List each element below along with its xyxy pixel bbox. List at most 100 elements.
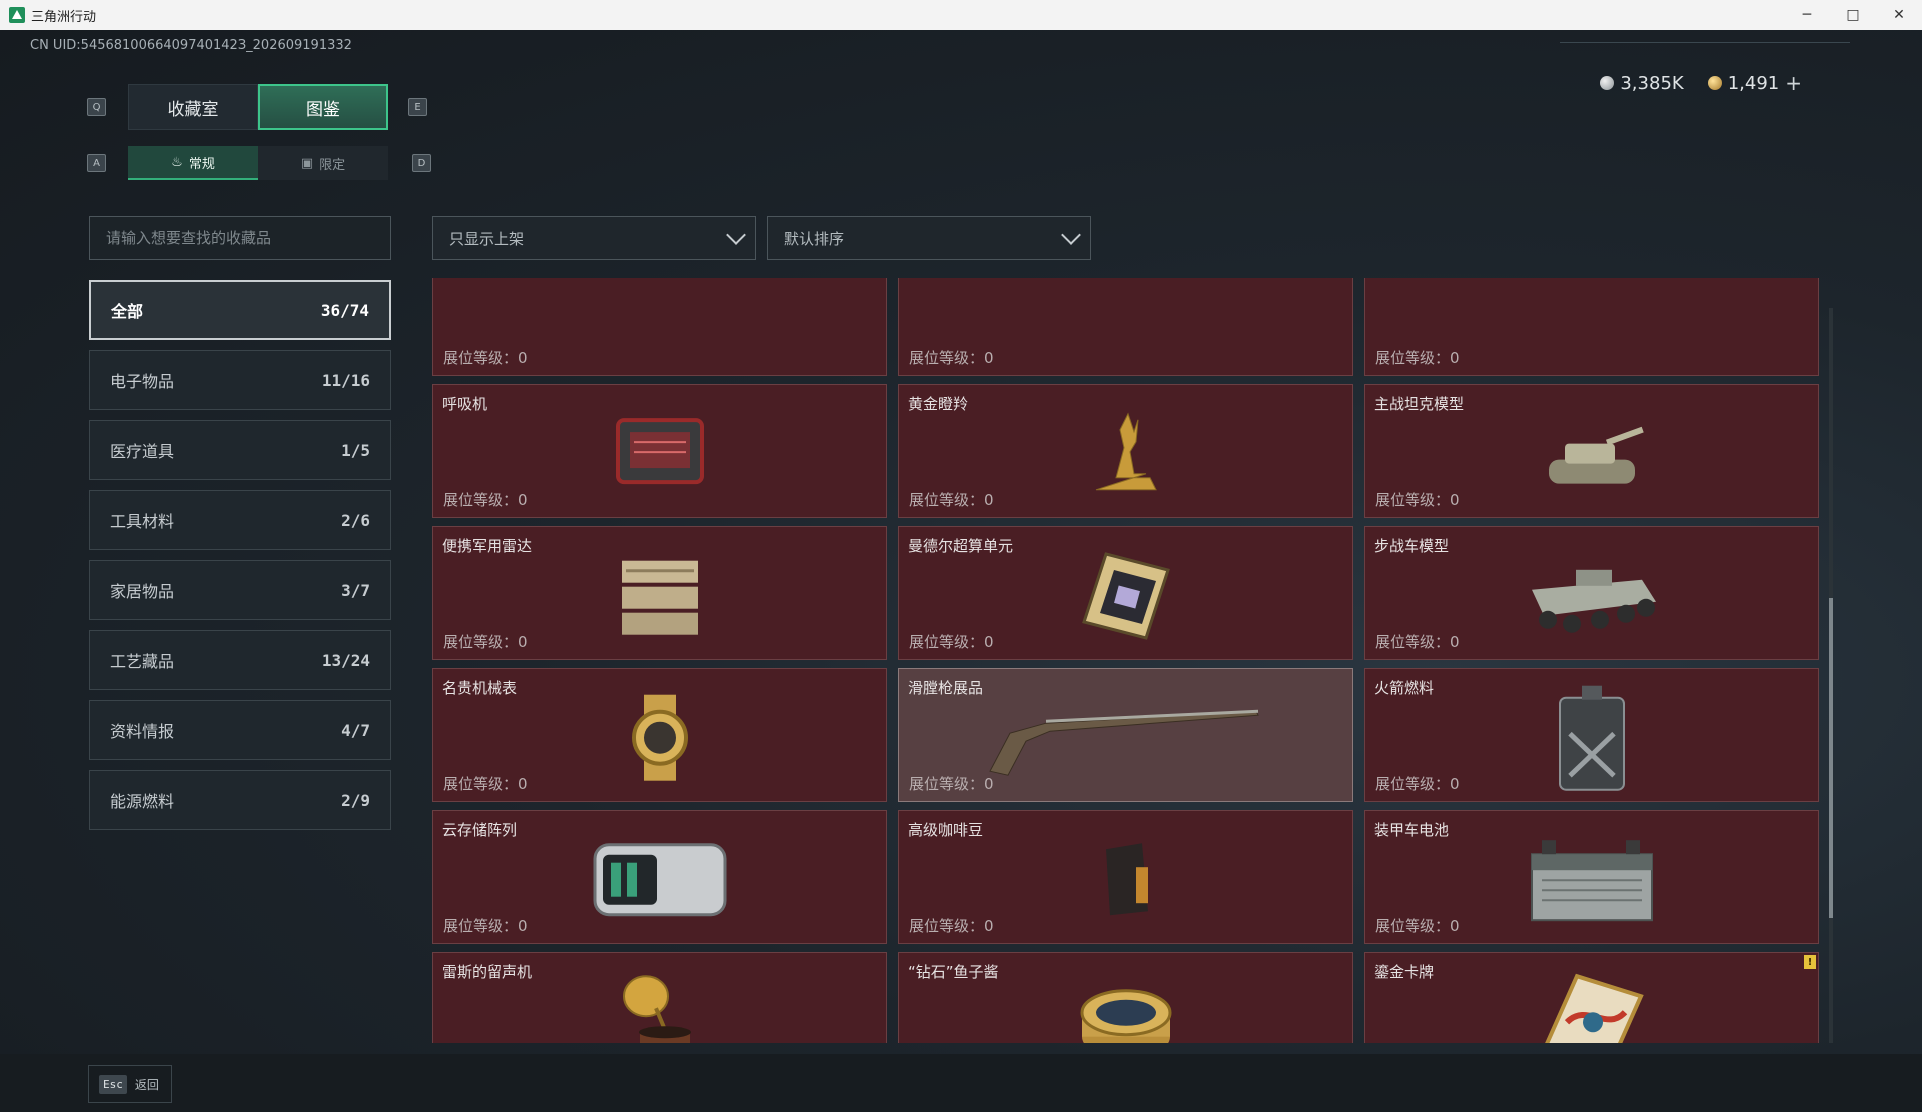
- card-level-value: 0: [1450, 775, 1460, 793]
- card-level-value: 0: [518, 775, 528, 793]
- gold-coin-icon: [1707, 76, 1722, 90]
- radar-icon: [612, 551, 708, 645]
- card-level-label: 展位等级：: [909, 775, 985, 793]
- card-level-label: 展位等级：: [1375, 775, 1451, 793]
- silver-amount: 3,385K: [1620, 72, 1684, 94]
- supercomputer-icon: [1076, 548, 1176, 648]
- category-count: 36/74: [320, 300, 369, 320]
- subtab-limited[interactable]: ▣ 限定: [258, 146, 388, 180]
- category-all[interactable]: 全部 36/74: [89, 280, 391, 340]
- card-title: “钻石”鱼子酱: [908, 963, 999, 981]
- close-button[interactable]: ✕: [1876, 0, 1922, 30]
- search-field[interactable]: [89, 216, 391, 260]
- card-title: 高级咖啡豆: [908, 821, 984, 839]
- minimize-button[interactable]: ─: [1784, 0, 1830, 30]
- card-level: 展位等级：0: [1375, 631, 1460, 652]
- card-level-label: 展位等级：: [443, 917, 519, 935]
- key-hint-q: Q: [87, 98, 106, 116]
- card-title: 装甲车电池: [1374, 821, 1450, 839]
- card-level-value: 0: [984, 917, 994, 935]
- grid-scrollbar[interactable]: [1829, 308, 1833, 1043]
- card-level-value: 0: [1450, 917, 1460, 935]
- subtab-regular[interactable]: ♨ 常规: [128, 146, 258, 180]
- sort-dropdown[interactable]: 默认排序: [767, 216, 1091, 260]
- category-label: 工具材料: [110, 512, 175, 531]
- collection-card[interactable]: 呼吸机 展位等级：0: [432, 384, 887, 518]
- collection-card[interactable]: “钻石”鱼子酱展位等级：0: [898, 952, 1353, 1043]
- category-household[interactable]: 家居物品 3/7: [89, 560, 391, 620]
- gold-amount: 1,491: [1727, 72, 1780, 94]
- category-count: 13/24: [321, 650, 370, 670]
- card-level-label: 展位等级：: [909, 917, 985, 935]
- back-label: 返回: [134, 1077, 159, 1092]
- collection-card[interactable]: 展位等级：0: [898, 278, 1353, 376]
- category-crafts[interactable]: 工艺藏品 13/24: [89, 630, 391, 690]
- card-level: 展位等级：0: [909, 489, 994, 510]
- user-uid: CN UID:5456810066409740142З_202609191332: [30, 38, 352, 53]
- category-count: 3/7: [341, 580, 370, 600]
- card-level-value: 0: [1450, 491, 1460, 509]
- fuel-can-icon: [1552, 684, 1632, 798]
- shelf-filter-value: 只显示上架: [449, 229, 525, 248]
- card-level-label: 展位等级：: [1375, 349, 1451, 367]
- collection-card[interactable]: 鎏金卡牌展位等级：0!: [1364, 952, 1819, 1043]
- key-hint-e: E: [408, 98, 427, 116]
- collection-card[interactable]: 曼德尔超算单元 展位等级：0: [898, 526, 1353, 660]
- card-level-value: 0: [518, 491, 528, 509]
- maximize-button[interactable]: □: [1830, 0, 1876, 30]
- card-title: 云存储阵列: [442, 821, 518, 839]
- collection-card[interactable]: 云存储阵列展位等级：0: [432, 810, 887, 944]
- scroll-thumb[interactable]: [1829, 598, 1833, 918]
- decor-line: [1560, 42, 1850, 43]
- card-level: 展位等级：0: [1375, 915, 1460, 936]
- card-level-label: 展位等级：: [443, 349, 519, 367]
- category-medical[interactable]: 医疗道具 1/5: [89, 420, 391, 480]
- storage-array-icon: [585, 835, 735, 929]
- collection-card[interactable]: 高级咖啡豆展位等级：0: [898, 810, 1353, 944]
- collection-card[interactable]: 滑膛枪展品 展位等级：0: [898, 668, 1353, 802]
- collection-card[interactable]: 雷斯的留声机展位等级：0: [432, 952, 887, 1043]
- card-level: 展位等级：0: [443, 915, 528, 936]
- category-tools[interactable]: 工具材料 2/6: [89, 490, 391, 550]
- search-input[interactable]: [106, 229, 390, 247]
- card-title: 鎏金卡牌: [1374, 963, 1435, 981]
- category-label: 资料情报: [110, 722, 175, 741]
- flame-icon: ♨: [171, 154, 183, 170]
- bottom-bar: Esc 返回: [0, 1054, 1922, 1112]
- collection-card[interactable]: 黄金瞪羚展位等级：0: [898, 384, 1353, 518]
- card-title: 曼德尔超算单元: [908, 537, 1014, 555]
- collection-card[interactable]: 装甲车电池展位等级：0: [1364, 810, 1819, 944]
- collection-card[interactable]: 主战坦克模型 展位等级：0: [1364, 384, 1819, 518]
- add-currency-button[interactable]: +: [1785, 71, 1802, 95]
- card-title: 滑膛枪展品: [908, 679, 984, 697]
- category-energy[interactable]: 能源燃料 2/9: [89, 770, 391, 830]
- card-level-value: 0: [984, 349, 994, 367]
- card-level: 展位等级：0: [1375, 489, 1460, 510]
- card-level-value: 0: [1450, 349, 1460, 367]
- card-level-value: 0: [518, 917, 528, 935]
- silver-currency: 3,385K: [1600, 72, 1684, 94]
- golden-gazelle-icon: [1076, 408, 1176, 504]
- category-count: 2/6: [341, 510, 370, 530]
- tab-collection-room[interactable]: 收藏室: [128, 84, 258, 130]
- card-level: 展位等级：0: [909, 631, 994, 652]
- category-count: 1/5: [341, 440, 370, 460]
- collection-card[interactable]: 展位等级：0: [432, 278, 887, 376]
- chevron-down-icon: [1061, 225, 1081, 245]
- shelf-filter-dropdown[interactable]: 只显示上架: [432, 216, 756, 260]
- category-intel[interactable]: 资料情报 4/7: [89, 700, 391, 760]
- gold-card-icon: [1537, 972, 1647, 1043]
- collection-card[interactable]: 便携军用雷达 展位等级：0: [432, 526, 887, 660]
- card-level-value: 0: [518, 633, 528, 651]
- collection-card[interactable]: 名贵机械表 展位等级：0: [432, 668, 887, 802]
- tab-codex[interactable]: 图鉴: [258, 84, 388, 130]
- subtab-limited-label: 限定: [319, 157, 346, 173]
- card-title: 黄金瞪羚: [908, 395, 969, 413]
- category-electronics[interactable]: 电子物品 11/16: [89, 350, 391, 410]
- back-button[interactable]: Esc 返回: [88, 1065, 172, 1103]
- musket-icon: [986, 697, 1266, 781]
- collection-card[interactable]: 展位等级：0: [1364, 278, 1819, 376]
- category-label: 工艺藏品: [110, 652, 175, 671]
- collection-card[interactable]: 步战车模型 展位等级：0: [1364, 526, 1819, 660]
- collection-card[interactable]: 火箭燃料 展位等级：0: [1364, 668, 1819, 802]
